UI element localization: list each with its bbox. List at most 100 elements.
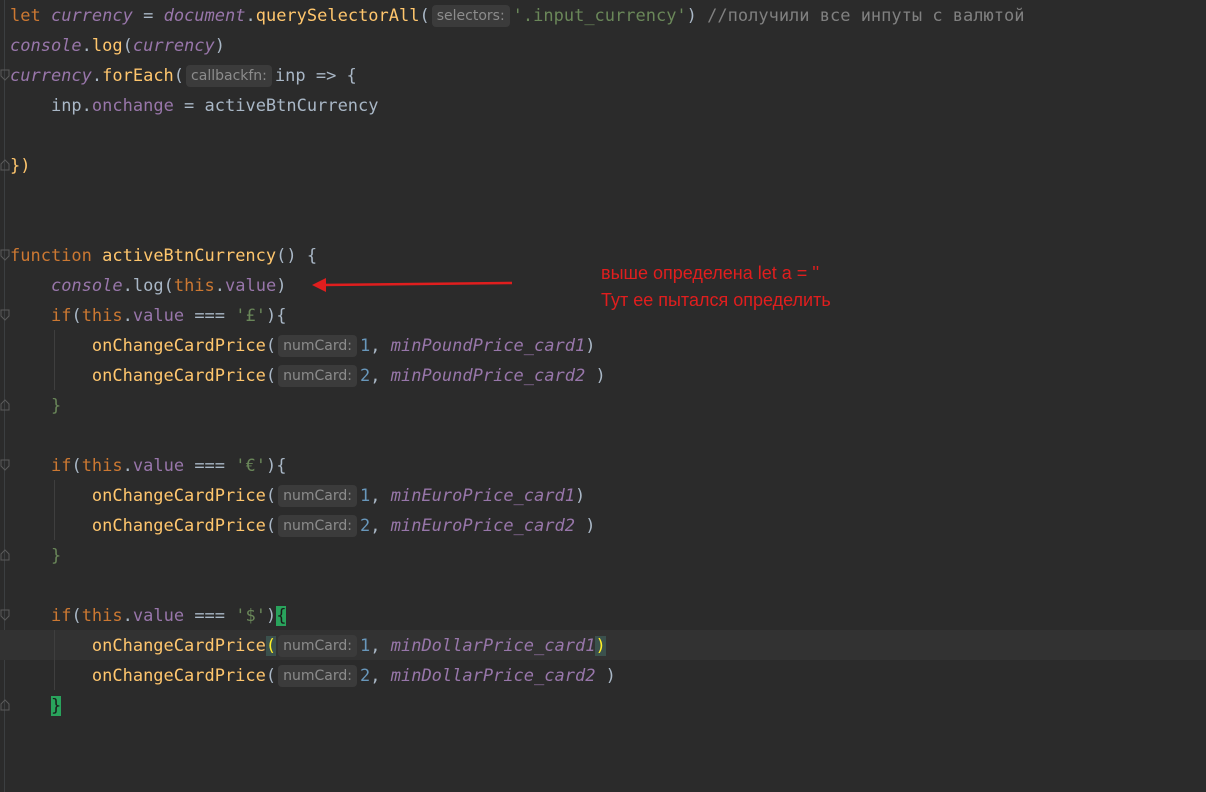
param-hint: numCard:: [278, 515, 357, 537]
token-number: 2: [360, 666, 371, 686]
code-line[interactable]: if(this.value === '$'){: [10, 601, 287, 631]
token-variable: currency: [132, 36, 215, 56]
token-variable: minPoundPrice_card1: [390, 336, 586, 356]
token-paren: ): [276, 276, 287, 296]
token-brace: }: [50, 546, 62, 566]
code-line[interactable]: }: [10, 391, 61, 421]
token-dot: .: [122, 606, 133, 626]
token-property: value: [132, 606, 185, 626]
code-line[interactable]: onChangeCardPrice(numCard: 2, minPoundPri…: [10, 361, 606, 391]
code-line[interactable]: if(this.value === '€'){: [10, 451, 287, 481]
code-line[interactable]: }): [10, 151, 30, 181]
code-line[interactable]: console.log(this.value): [10, 271, 287, 301]
fold-marker-icon[interactable]: [0, 609, 10, 621]
token-variable: currency: [50, 6, 133, 26]
matched-brace: {: [276, 606, 287, 626]
token-paren: (: [265, 516, 277, 536]
code-line[interactable]: onChangeCardPrice(numCard: 1, minPoundPri…: [10, 331, 595, 361]
code-line[interactable]: }: [10, 541, 61, 571]
token-property: value: [132, 456, 185, 476]
gutter: [4, 0, 5, 792]
token-paren: (: [265, 366, 277, 386]
code-line[interactable]: function activeBtnCurrency() {: [10, 241, 317, 271]
token-paren: ): [585, 336, 596, 356]
token-dot: .: [91, 66, 103, 86]
token-dot: .: [214, 276, 226, 296]
token-function: onChangeCardPrice: [91, 486, 266, 506]
annotation-line-2: Тут ее пытался определить: [601, 290, 831, 310]
token-variable: currency: [10, 66, 92, 86]
token-property: value: [132, 306, 185, 326]
fold-marker-icon[interactable]: [0, 309, 10, 321]
token-comma: ,: [370, 486, 391, 506]
fold-marker-icon[interactable]: [0, 249, 10, 261]
token-this: this: [81, 456, 123, 476]
token-brace: }: [50, 396, 62, 416]
code-line[interactable]: inp.onchange = activeBtnCurrency: [10, 91, 379, 121]
token-paren: (: [71, 456, 82, 476]
token-operator: ===: [184, 306, 236, 326]
fold-end-icon[interactable]: [0, 399, 10, 411]
token-paren: (: [265, 486, 277, 506]
token-variable: minEuroPrice_card1: [390, 486, 575, 506]
token-brace: }): [10, 156, 31, 176]
fold-end-icon[interactable]: [0, 549, 10, 561]
token-comma: ,: [370, 516, 391, 536]
code-line[interactable]: onChangeCardPrice(numCard: 2, minDollarPr…: [10, 661, 616, 691]
token-function: onChangeCardPrice: [91, 516, 266, 536]
code-line[interactable]: console.log(currency): [10, 31, 225, 61]
matched-paren: ): [595, 636, 606, 656]
token-comma: ,: [370, 366, 391, 386]
token-variable: minDollarPrice_card1: [390, 636, 596, 656]
token-paren: (: [163, 276, 174, 296]
code-line[interactable]: onChangeCardPrice(numCard: 1, minEuroPric…: [10, 481, 585, 511]
param-hint: callbackfn:: [186, 65, 272, 87]
code-line[interactable]: onChangeCardPrice(numCard: 1, minDollarPr…: [10, 631, 606, 661]
token-paren: ): [574, 486, 586, 506]
token-paren: ): [574, 516, 596, 536]
token-function: activeBtnCurrency: [102, 246, 277, 266]
fold-marker-icon[interactable]: [0, 69, 10, 81]
param-hint: numCard:: [278, 485, 357, 507]
token-string: '£': [235, 306, 266, 326]
code-line[interactable]: }: [10, 691, 62, 721]
matched-paren: (: [265, 636, 277, 656]
code-line[interactable]: onChangeCardPrice(numCard: 2, minEuroPric…: [10, 511, 595, 541]
token-code: inp => {: [274, 66, 357, 86]
token-string: '$': [235, 606, 266, 626]
matched-brace: }: [50, 696, 62, 716]
param-hint: numCard:: [278, 365, 357, 387]
token-function: log: [132, 276, 164, 296]
token-paren: (: [173, 66, 185, 86]
token-number: 1: [360, 336, 371, 356]
code-line[interactable]: let currency = document.querySelectorAll…: [10, 1, 1024, 31]
token-dot: .: [245, 6, 256, 26]
token-paren: (: [71, 306, 82, 326]
token-this: this: [173, 276, 215, 296]
token-variable: minPoundPrice_card2: [390, 366, 586, 386]
token-paren: ): [214, 36, 226, 56]
code-line[interactable]: currency.forEach(callbackfn: inp => {: [10, 61, 357, 91]
token-keyword: if: [50, 606, 72, 626]
token-this: this: [81, 306, 123, 326]
token-code: = activeBtnCurrency: [173, 96, 379, 116]
token-keyword: function: [10, 246, 92, 266]
token-dot: .: [122, 306, 133, 326]
fold-end-icon[interactable]: [0, 699, 10, 711]
param-hint: numCard:: [278, 635, 357, 657]
token-function: onChangeCardPrice: [91, 636, 266, 656]
token-paren: (: [419, 6, 430, 26]
token-property: value: [225, 276, 277, 296]
token-operator: ===: [184, 606, 236, 626]
token-paren: (: [122, 36, 133, 56]
token-paren: (: [265, 336, 277, 356]
code-editor[interactable]: let currency = document.querySelectorAll…: [0, 0, 1206, 792]
fold-end-icon[interactable]: [0, 159, 10, 171]
token-paren: (: [265, 666, 277, 686]
token-dot: .: [81, 96, 92, 116]
token-property: onchange: [91, 96, 174, 116]
token-object: console: [10, 36, 82, 56]
code-line[interactable]: if(this.value === '£'){: [10, 301, 287, 331]
fold-marker-icon[interactable]: [0, 459, 10, 471]
token-operator: =: [132, 6, 164, 26]
